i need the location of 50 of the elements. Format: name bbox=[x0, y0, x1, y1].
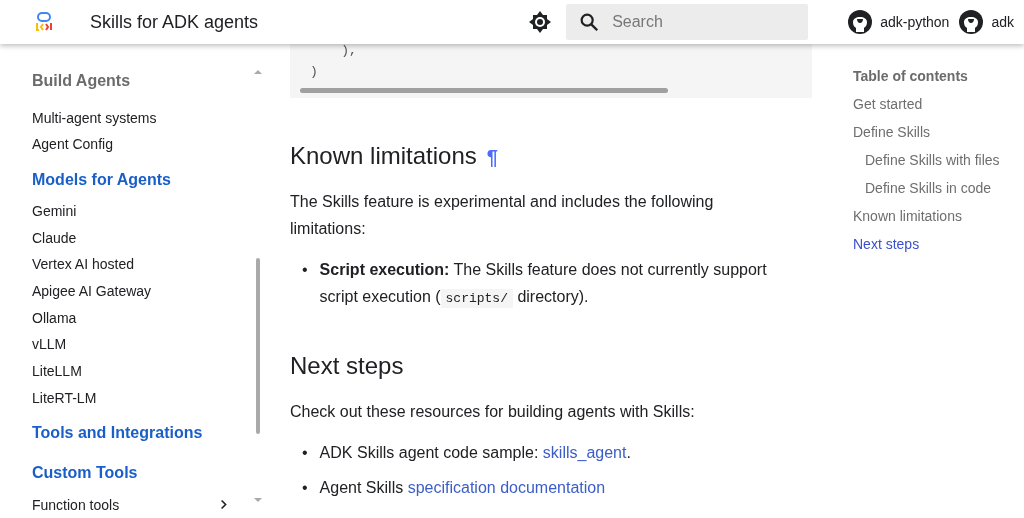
toc-link[interactable]: Define Skills in code bbox=[853, 180, 1000, 208]
bullet: • bbox=[302, 260, 308, 280]
sidebar-item[interactable]: Agent Config bbox=[32, 130, 252, 158]
code-line: ) bbox=[309, 63, 319, 81]
toc-link[interactable]: Define Skills bbox=[853, 124, 1000, 152]
list-item: ADK Skills agent code sample: skills_agent. bbox=[319, 443, 631, 463]
sidebar-item[interactable]: Custom Tools bbox=[32, 451, 252, 492]
sidebar-item[interactable]: Multi-agent systems bbox=[32, 104, 252, 131]
brightness-icon[interactable] bbox=[528, 10, 553, 34]
list-item: Script execution: The Skills feature does not currently support script execution ( scripts/ directory). bbox=[319, 260, 768, 310]
toc-link[interactable]: Get started bbox=[853, 96, 1000, 124]
page-title: Skills for ADK agents bbox=[90, 11, 260, 33]
toc-link[interactable]: Define Skills with files bbox=[853, 152, 1000, 180]
sidebar-item[interactable]: Vertex AI hosted bbox=[32, 251, 252, 278]
search-field[interactable]: Search bbox=[566, 4, 809, 40]
chevron-icon bbox=[220, 499, 228, 511]
sidebar-item[interactable]: LiteLLM bbox=[32, 357, 252, 385]
github-icon bbox=[848, 10, 873, 34]
search-icon bbox=[578, 11, 601, 33]
sidebar-item[interactable]: LiteRT-LM bbox=[32, 384, 252, 411]
repository-link[interactable]: adk bbox=[959, 10, 1014, 34]
text-link[interactable]: specification documentation bbox=[407, 479, 606, 496]
anchor-link[interactable]: ¶ bbox=[486, 146, 498, 169]
text-link[interactable]: skills_agent bbox=[542, 444, 627, 461]
paragraph: Check out these resources for building agents with Skills: bbox=[290, 402, 696, 422]
scrollbar-thumb[interactable] bbox=[256, 258, 260, 434]
toc-link[interactable]: Known limitations bbox=[853, 208, 1000, 236]
sidebar-item[interactable]: Ollama bbox=[32, 304, 252, 332]
bullet: • bbox=[302, 443, 308, 463]
logo-icon[interactable] bbox=[34, 12, 54, 32]
sidebar-item[interactable]: vLLM bbox=[32, 331, 252, 358]
code-line: ), bbox=[340, 42, 358, 60]
toc-title: Table of contents bbox=[853, 68, 969, 86]
bullet: • bbox=[302, 478, 308, 498]
github-icon bbox=[959, 10, 984, 34]
paragraph: The Skills feature is experimental and includes the following limitations: bbox=[290, 192, 715, 239]
sidebar-item[interactable]: Models for Agents bbox=[32, 157, 252, 198]
toc-link[interactable]: Next steps bbox=[853, 236, 1000, 264]
sidebar-item[interactable]: Tools and Integrations bbox=[32, 411, 252, 452]
sidebar-item[interactable]: Apigee AI Gateway bbox=[32, 277, 252, 305]
scroll-up-icon[interactable] bbox=[254, 70, 262, 74]
list-item: Agent Skills specification documentation bbox=[319, 478, 606, 498]
scroll-down-icon[interactable] bbox=[254, 498, 262, 502]
section-heading: Next steps bbox=[290, 352, 404, 380]
repository-link[interactable]: adk-python bbox=[848, 10, 950, 34]
section-heading: Known limitations bbox=[290, 142, 477, 170]
sidebar-item[interactable]: Build Agents bbox=[32, 64, 252, 99]
sidebar-item[interactable]: Claude bbox=[32, 224, 252, 252]
sidebar-item[interactable]: Gemini bbox=[32, 197, 252, 225]
sidebar-item[interactable]: Function tools bbox=[32, 491, 252, 518]
